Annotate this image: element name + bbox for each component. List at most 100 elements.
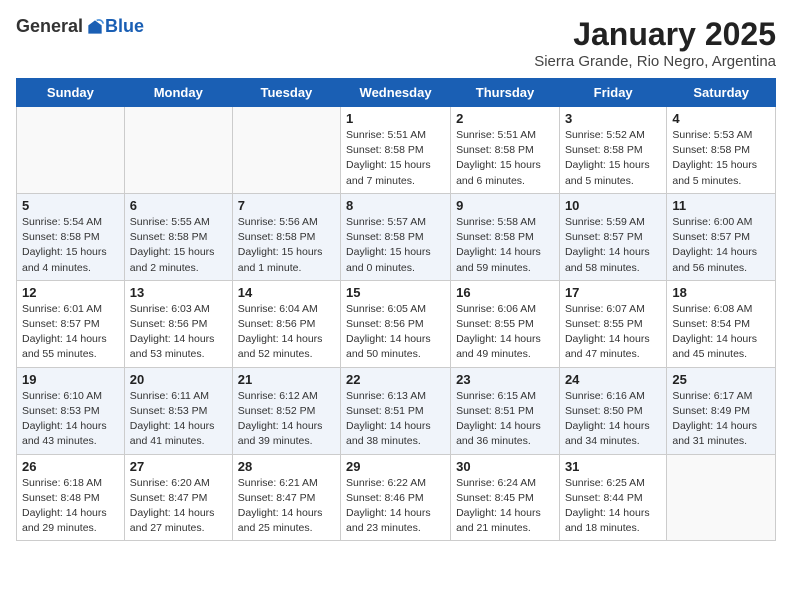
- calendar-day-cell: 19Sunrise: 6:10 AM Sunset: 8:53 PM Dayli…: [17, 367, 125, 454]
- logo-blue-text: Blue: [105, 16, 144, 37]
- day-info: Sunrise: 6:08 AM Sunset: 8:54 PM Dayligh…: [672, 302, 770, 363]
- day-info: Sunrise: 5:53 AM Sunset: 8:58 PM Dayligh…: [672, 128, 770, 189]
- day-info: Sunrise: 6:07 AM Sunset: 8:55 PM Dayligh…: [565, 302, 661, 363]
- calendar-day-cell: 3 Sunrise: 5:52 AM Sunset: 8:58 PM Daylig…: [559, 107, 666, 194]
- day-info: Sunrise: 5:55 AM Sunset: 8:58 PM Dayligh…: [130, 215, 227, 276]
- day-info: Sunrise: 5:56 AM Sunset: 8:58 PM Dayligh…: [238, 215, 335, 276]
- calendar-day-cell: 24 Sunrise: 6:16 AM Sunset: 8:50 PM Dayli…: [559, 367, 666, 454]
- day-info: Sunrise: 6:06 AM Sunset: 8:55 PM Dayligh…: [456, 302, 554, 363]
- day-number: 1: [346, 111, 445, 126]
- calendar-day-cell: 23Sunrise: 6:15 AM Sunset: 8:51 PM Dayli…: [451, 367, 560, 454]
- calendar-day-cell: 29 Sunrise: 6:22 AM Sunset: 8:46 PM Dayli…: [341, 454, 451, 541]
- logo-icon: [85, 17, 105, 37]
- day-number: 18: [672, 285, 770, 300]
- calendar-day-cell: 10 Sunrise: 5:59 AM Sunset: 8:57 PM Dayli…: [559, 193, 666, 280]
- calendar-day-cell: 25 Sunrise: 6:17 AM Sunset: 8:49 PM Dayli…: [667, 367, 776, 454]
- calendar-day-cell: 7 Sunrise: 5:56 AM Sunset: 8:58 PM Daylig…: [232, 193, 340, 280]
- day-number: 20: [130, 372, 227, 387]
- day-info: Sunrise: 6:24 AM Sunset: 8:45 PM Dayligh…: [456, 476, 554, 537]
- day-number: 8: [346, 198, 445, 213]
- calendar-day-cell: [232, 107, 340, 194]
- day-number: 24: [565, 372, 661, 387]
- day-number: 11: [672, 198, 770, 213]
- day-number: 28: [238, 459, 335, 474]
- calendar-day-cell: 11 Sunrise: 6:00 AM Sunset: 8:57 PM Dayli…: [667, 193, 776, 280]
- day-info: Sunrise: 6:20 AM Sunset: 8:47 PM Dayligh…: [130, 476, 227, 537]
- calendar-day-cell: 5 Sunrise: 5:54 AM Sunset: 8:58 PM Daylig…: [17, 193, 125, 280]
- calendar-header-sunday: Sunday: [17, 79, 125, 107]
- calendar-day-cell: 17 Sunrise: 6:07 AM Sunset: 8:55 PM Dayli…: [559, 280, 666, 367]
- page-header: General Blue January 2025 Sierra Grande,…: [16, 16, 776, 70]
- calendar-day-cell: [124, 107, 232, 194]
- calendar-header-monday: Monday: [124, 79, 232, 107]
- day-number: 26: [22, 459, 119, 474]
- day-number: 6: [130, 198, 227, 213]
- day-info: Sunrise: 5:58 AM Sunset: 8:58 PM Dayligh…: [456, 215, 554, 276]
- day-info: Sunrise: 5:57 AM Sunset: 8:58 PM Dayligh…: [346, 215, 445, 276]
- day-info: Sunrise: 5:54 AM Sunset: 8:58 PM Dayligh…: [22, 215, 119, 276]
- calendar-day-cell: [17, 107, 125, 194]
- day-info: Sunrise: 6:01 AM Sunset: 8:57 PM Dayligh…: [22, 302, 119, 363]
- day-number: 30: [456, 459, 554, 474]
- day-number: 10: [565, 198, 661, 213]
- day-info: Sunrise: 6:16 AM Sunset: 8:50 PM Dayligh…: [565, 389, 661, 450]
- calendar-week-row: 26Sunrise: 6:18 AM Sunset: 8:48 PM Dayli…: [17, 454, 776, 541]
- day-info: Sunrise: 6:17 AM Sunset: 8:49 PM Dayligh…: [672, 389, 770, 450]
- calendar-day-cell: 31 Sunrise: 6:25 AM Sunset: 8:44 PM Dayli…: [559, 454, 666, 541]
- day-info: Sunrise: 6:03 AM Sunset: 8:56 PM Dayligh…: [130, 302, 227, 363]
- day-info: Sunrise: 6:11 AM Sunset: 8:53 PM Dayligh…: [130, 389, 227, 450]
- day-info: Sunrise: 6:00 AM Sunset: 8:57 PM Dayligh…: [672, 215, 770, 276]
- calendar-header-wednesday: Wednesday: [341, 79, 451, 107]
- calendar-day-cell: 21 Sunrise: 6:12 AM Sunset: 8:52 PM Dayli…: [232, 367, 340, 454]
- day-number: 21: [238, 372, 335, 387]
- calendar-day-cell: 1 Sunrise: 5:51 AM Sunset: 8:58 PM Daylig…: [341, 107, 451, 194]
- calendar-header-row: SundayMondayTuesdayWednesdayThursdayFrid…: [17, 79, 776, 107]
- calendar-week-row: 19Sunrise: 6:10 AM Sunset: 8:53 PM Dayli…: [17, 367, 776, 454]
- calendar-week-row: 12 Sunrise: 6:01 AM Sunset: 8:57 PM Dayli…: [17, 280, 776, 367]
- day-number: 17: [565, 285, 661, 300]
- day-info: Sunrise: 5:59 AM Sunset: 8:57 PM Dayligh…: [565, 215, 661, 276]
- calendar-day-cell: 2 Sunrise: 5:51 AM Sunset: 8:58 PM Daylig…: [451, 107, 560, 194]
- logo-general-text: General: [16, 16, 83, 37]
- calendar-table: SundayMondayTuesdayWednesdayThursdayFrid…: [16, 78, 776, 541]
- logo: General Blue: [16, 16, 144, 37]
- day-number: 2: [456, 111, 554, 126]
- calendar-header-saturday: Saturday: [667, 79, 776, 107]
- calendar-week-row: 1 Sunrise: 5:51 AM Sunset: 8:58 PM Daylig…: [17, 107, 776, 194]
- day-info: Sunrise: 6:22 AM Sunset: 8:46 PM Dayligh…: [346, 476, 445, 537]
- day-number: 25: [672, 372, 770, 387]
- day-info: Sunrise: 6:25 AM Sunset: 8:44 PM Dayligh…: [565, 476, 661, 537]
- day-number: 31: [565, 459, 661, 474]
- day-info: Sunrise: 6:05 AM Sunset: 8:56 PM Dayligh…: [346, 302, 445, 363]
- day-info: Sunrise: 6:21 AM Sunset: 8:47 PM Dayligh…: [238, 476, 335, 537]
- day-number: 3: [565, 111, 661, 126]
- calendar-header-thursday: Thursday: [451, 79, 560, 107]
- calendar-day-cell: 20 Sunrise: 6:11 AM Sunset: 8:53 PM Dayli…: [124, 367, 232, 454]
- day-number: 23: [456, 372, 554, 387]
- day-info: Sunrise: 6:13 AM Sunset: 8:51 PM Dayligh…: [346, 389, 445, 450]
- day-number: 4: [672, 111, 770, 126]
- calendar-day-cell: 6 Sunrise: 5:55 AM Sunset: 8:58 PM Daylig…: [124, 193, 232, 280]
- calendar-day-cell: 14Sunrise: 6:04 AM Sunset: 8:56 PM Dayli…: [232, 280, 340, 367]
- day-number: 16: [456, 285, 554, 300]
- day-number: 7: [238, 198, 335, 213]
- calendar-day-cell: 4 Sunrise: 5:53 AM Sunset: 8:58 PM Daylig…: [667, 107, 776, 194]
- day-info: Sunrise: 6:12 AM Sunset: 8:52 PM Dayligh…: [238, 389, 335, 450]
- calendar-header-tuesday: Tuesday: [232, 79, 340, 107]
- location-title: Sierra Grande, Rio Negro, Argentina: [534, 53, 776, 70]
- calendar-day-cell: 13Sunrise: 6:03 AM Sunset: 8:56 PM Dayli…: [124, 280, 232, 367]
- day-info: Sunrise: 6:10 AM Sunset: 8:53 PM Dayligh…: [22, 389, 119, 450]
- calendar-day-cell: 12 Sunrise: 6:01 AM Sunset: 8:57 PM Dayli…: [17, 280, 125, 367]
- calendar-header-friday: Friday: [559, 79, 666, 107]
- day-info: Sunrise: 5:52 AM Sunset: 8:58 PM Dayligh…: [565, 128, 661, 189]
- calendar-day-cell: 15Sunrise: 6:05 AM Sunset: 8:56 PM Dayli…: [341, 280, 451, 367]
- day-info: Sunrise: 5:51 AM Sunset: 8:58 PM Dayligh…: [346, 128, 445, 189]
- calendar-day-cell: 30 Sunrise: 6:24 AM Sunset: 8:45 PM Dayli…: [451, 454, 560, 541]
- day-number: 29: [346, 459, 445, 474]
- calendar-day-cell: 18 Sunrise: 6:08 AM Sunset: 8:54 PM Dayli…: [667, 280, 776, 367]
- calendar-day-cell: 26Sunrise: 6:18 AM Sunset: 8:48 PM Dayli…: [17, 454, 125, 541]
- day-number: 5: [22, 198, 119, 213]
- calendar-day-cell: 28 Sunrise: 6:21 AM Sunset: 8:47 PM Dayli…: [232, 454, 340, 541]
- day-info: Sunrise: 5:51 AM Sunset: 8:58 PM Dayligh…: [456, 128, 554, 189]
- day-number: 12: [22, 285, 119, 300]
